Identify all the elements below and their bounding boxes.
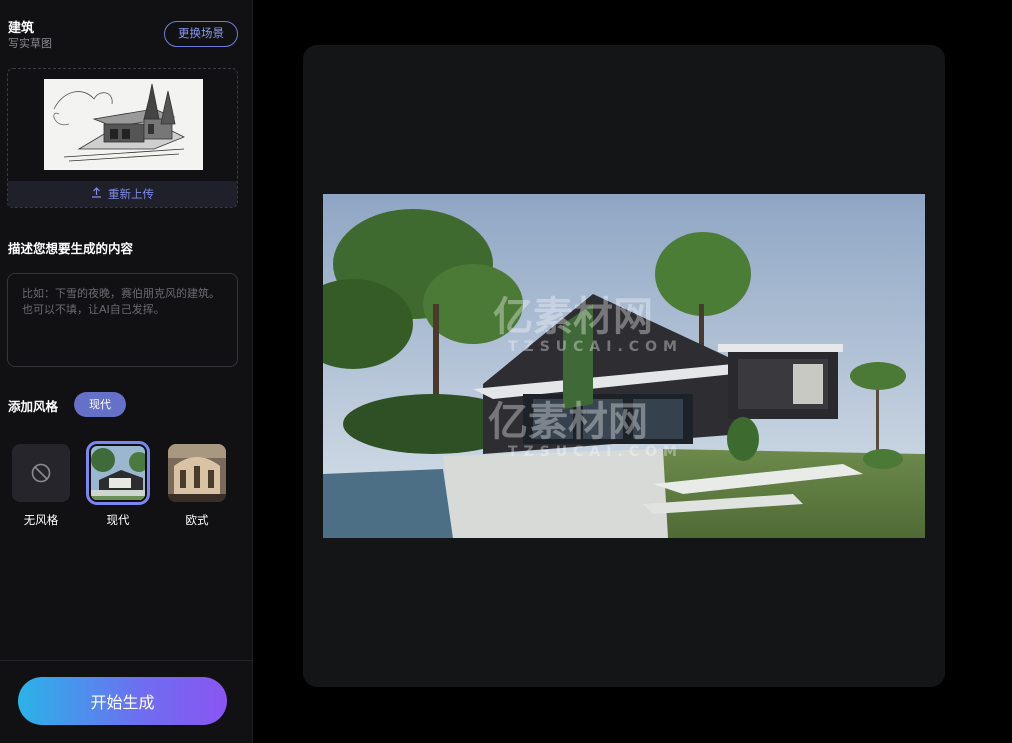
start-generate-button[interactable]: 开始生成 xyxy=(18,677,227,725)
app-root: 建筑 写实草图 更换场景 重新上传 描述您想要生成的内容 比如：下雪的夜晚，赛伯… xyxy=(0,0,1012,743)
style-thumb-modern xyxy=(86,441,150,505)
style-option-european[interactable]: 欧式 xyxy=(167,444,227,528)
sidebar-footer: 开始生成 xyxy=(0,660,253,743)
style-option-none[interactable]: 无风格 xyxy=(11,444,71,528)
description-label: 描述您想要生成的内容 xyxy=(8,241,134,256)
scene-title: 建筑 xyxy=(8,21,35,36)
watermark-text: 亿素材网 xyxy=(488,399,648,445)
selected-style-chip: 现代 xyxy=(74,392,126,417)
uploaded-sketch-thumbnail xyxy=(44,79,203,170)
upload-icon xyxy=(91,187,102,201)
style-option-label: 欧式 xyxy=(185,513,209,527)
watermark-url: TZSUCAI.COM xyxy=(508,339,683,355)
scene-subtitle: 写实草图 xyxy=(8,37,52,50)
result-panel: 亿素材网 TZSUCAI.COM 亿素材网 TZSUCAI.COM xyxy=(303,45,945,687)
watermark-text: 亿素材网 xyxy=(493,294,653,340)
description-input[interactable] xyxy=(7,273,238,367)
style-option-modern[interactable]: 现代 xyxy=(86,441,150,528)
style-thumb-european xyxy=(168,444,226,502)
generated-image: 亿素材网 TZSUCAI.COM 亿素材网 TZSUCAI.COM xyxy=(323,194,925,538)
change-scene-button[interactable]: 更换场景 xyxy=(164,21,238,47)
style-thumb-none xyxy=(12,444,70,502)
upload-area[interactable]: 重新上传 xyxy=(7,68,238,208)
style-label: 添加风格 xyxy=(8,399,59,414)
style-option-label: 无风格 xyxy=(23,513,59,527)
style-option-label: 现代 xyxy=(106,513,130,527)
sidebar: 建筑 写实草图 更换场景 重新上传 描述您想要生成的内容 比如：下雪的夜晚，赛伯… xyxy=(0,0,253,743)
watermark-url: TZSUCAI.COM xyxy=(508,444,683,460)
reupload-button[interactable]: 重新上传 xyxy=(8,181,237,207)
no-style-icon xyxy=(31,463,51,483)
reupload-label: 重新上传 xyxy=(108,187,154,201)
